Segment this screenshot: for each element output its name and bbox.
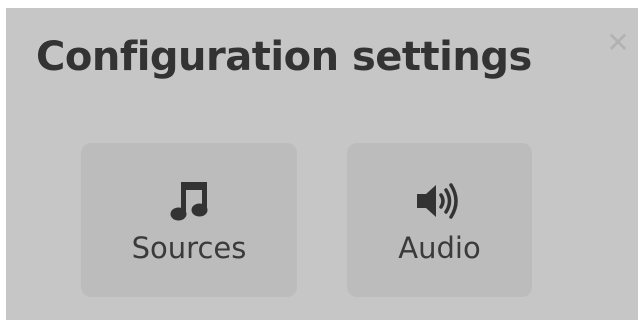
close-icon[interactable]: ✕ xyxy=(604,28,632,58)
sources-button[interactable]: Sources xyxy=(81,143,297,297)
audio-button[interactable]: Audio xyxy=(347,143,532,297)
speaker-volume-icon xyxy=(347,179,532,223)
configuration-dialog: Configuration settings ✕ Sources Audio xyxy=(6,8,638,320)
dialog-title: Configuration settings xyxy=(36,34,532,80)
sources-label: Sources xyxy=(131,231,247,265)
music-note-icon xyxy=(81,179,297,223)
audio-label: Audio xyxy=(398,231,481,265)
